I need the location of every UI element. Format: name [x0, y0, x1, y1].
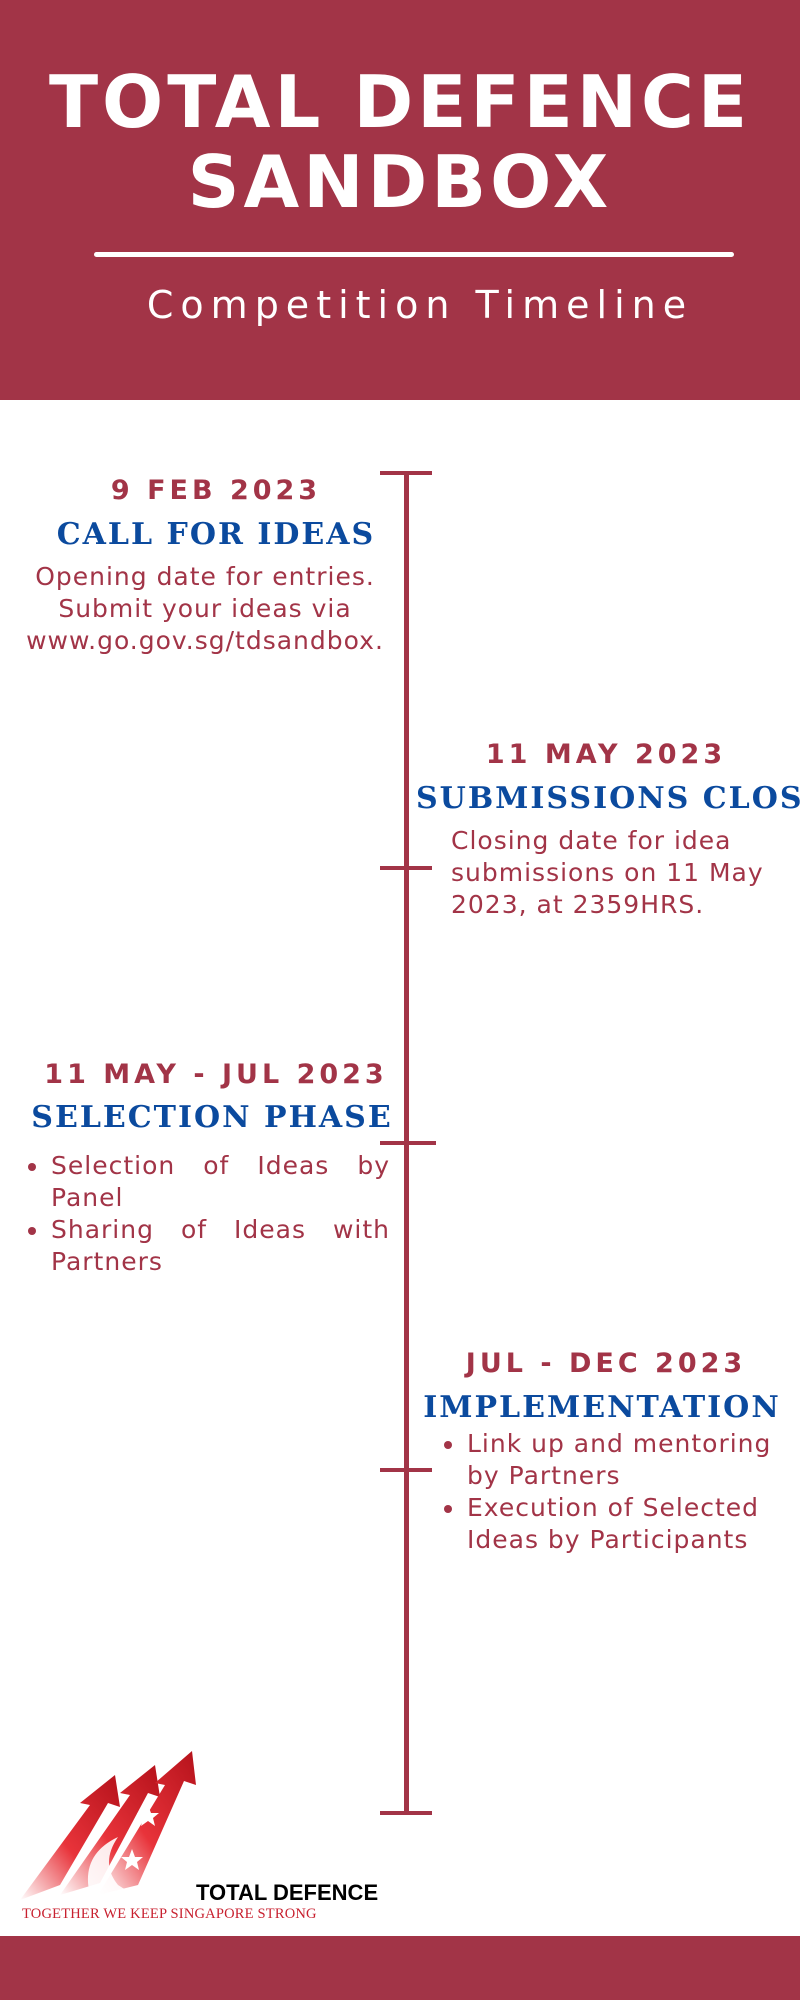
milestone-date: 11 MAY - JUL 2023 [44, 1059, 388, 1090]
milestone-title: SUBMISSIONS CLOSE [416, 781, 800, 816]
list-item: Link up and mentoring by Partners [440, 1428, 792, 1492]
footer-band [0, 1936, 800, 2000]
milestone-bullet-list: Link up and mentoring by Partners Execut… [440, 1428, 792, 1556]
timeline-tick-selection [380, 1141, 436, 1145]
page-title: TOTAL DEFENCE SANDBOX [0, 62, 800, 222]
timeline-tick-implementation [380, 1468, 432, 1472]
logo-tagline: TOGETHER WE KEEP SINGAPORE STRONG [22, 1906, 317, 1922]
milestone-date: 9 FEB 2023 [110, 475, 322, 506]
timeline-tick-submissions [380, 866, 432, 870]
title-line-2: SANDBOX [187, 140, 613, 224]
milestone-title: SELECTION PHASE [31, 1100, 393, 1135]
list-item: Selection of Ideas by Panel [24, 1150, 390, 1214]
title-divider [94, 252, 734, 257]
milestone-title: CALL FOR IDEAS [56, 517, 376, 552]
header-banner: TOTAL DEFENCE SANDBOX Competition Timeli… [0, 0, 800, 400]
list-item: Execution of Selected Ideas by Participa… [440, 1492, 792, 1556]
title-line-1: TOTAL DEFENCE [48, 60, 752, 144]
milestone-bullet-list: Selection of Ideas by Panel Sharing of I… [24, 1150, 390, 1278]
page-subtitle: Competition Timeline [146, 283, 694, 327]
milestone-description: Closing date for idea submissions on 11 … [451, 826, 764, 919]
timeline-tick-bottom [380, 1811, 432, 1815]
milestone-date: JUL - DEC 2023 [465, 1348, 747, 1379]
milestone-description: Opening date for entries. Submit your id… [26, 562, 384, 655]
milestone-title: IMPLEMENTATION [423, 1390, 781, 1425]
list-item: Sharing of Ideas with Partners [24, 1214, 390, 1278]
milestone-date: 11 MAY 2023 [485, 739, 727, 770]
logo-wordmark: TOTAL DEFENCE [196, 1880, 379, 1905]
